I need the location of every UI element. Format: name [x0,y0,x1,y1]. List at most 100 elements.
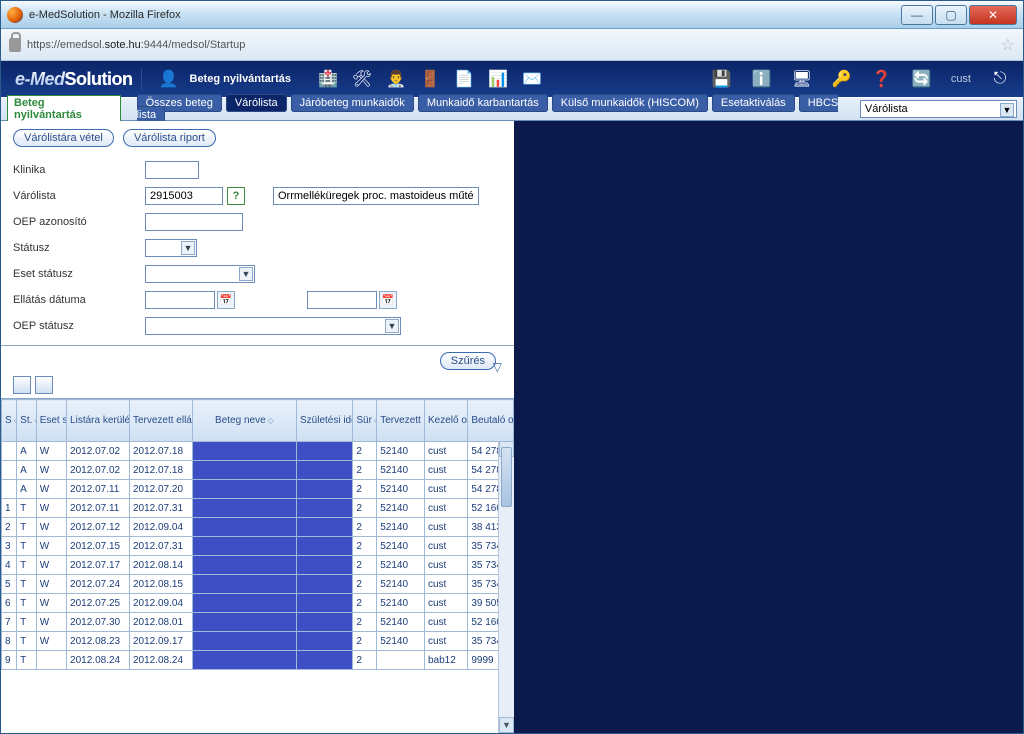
module-tab[interactable]: Járóbeteg munkaidők [291,94,414,112]
logout-icon[interactable]: ⎋ [989,68,1011,90]
table-row[interactable]: 8TW2012.08.232012.09.17252140cust35 734 [2,632,514,651]
bookmark-star-icon[interactable]: ☆ [1001,35,1015,55]
table-cell [296,594,352,613]
window-minimize-button[interactable]: — [901,5,933,25]
table-cell: W [36,499,66,518]
table-row[interactable]: 5TW2012.07.242012.08.15252140cust35 734 [2,575,514,594]
ellatas-datuma-to-input[interactable] [307,291,377,309]
table-cell: cust [424,613,467,632]
column-header[interactable]: Kezelő orvos◇ [424,400,467,442]
person-gear-icon[interactable]: 👨‍⚕️ [385,68,407,90]
refresh-icon[interactable]: 🔄 [911,68,933,90]
table-cell: 2 [353,594,377,613]
mail-icon[interactable]: ✉️ [521,68,543,90]
column-header[interactable]: Tervezett ellátási dátum◇ [129,400,192,442]
varolista-desc-input[interactable] [273,187,479,205]
column-header[interactable]: Eset st.◇ [36,400,66,442]
table-cell: 52140 [377,442,425,461]
varolista-input[interactable] [145,187,223,205]
table-row[interactable]: 1TW2012.07.112012.07.31252140cust52 160 [2,499,514,518]
building-icon[interactable]: 🏥 [317,68,339,90]
table-cell: cust [424,518,467,537]
varolista-label: Várólista [13,190,145,202]
list-view-icon[interactable] [35,376,53,394]
table-row[interactable]: 7TW2012.07.302012.08.01252140cust52 160 [2,613,514,632]
varolista-lookup-button[interactable]: ? [227,187,245,205]
table-cell: W [36,442,66,461]
module-tab[interactable]: Külső munkaidők (HISCOM) [552,94,708,112]
info-icon[interactable]: ℹ️ [751,68,773,90]
tools-icon[interactable]: 🛠 [351,68,373,90]
module-tab[interactable]: Esetaktiválás [712,94,795,112]
save-icon[interactable]: 💾 [711,68,733,90]
oep-statusz-label: OEP státusz [13,320,145,332]
table-cell: T [17,537,37,556]
table-cell [296,575,352,594]
table-cell [192,556,296,575]
table-cell: A [17,461,37,480]
column-header[interactable]: Beteg neve◇ [192,400,296,442]
waitlist-report-button[interactable]: Várólista riport [123,129,216,147]
calendar-icon[interactable]: 📅 [217,291,235,309]
table-cell: 2012.07.02 [67,461,130,480]
module-tab[interactable]: Várólista [226,94,287,112]
grid-view-icon[interactable] [13,376,31,394]
column-header[interactable]: St.◇ [17,400,37,442]
window-close-button[interactable]: ✕ [969,5,1017,25]
klinika-input[interactable] [145,161,199,179]
table-cell: 52140 [377,461,425,480]
add-to-waitlist-button[interactable]: Várólistára vétel [13,129,114,147]
table-cell: W [36,537,66,556]
table-row[interactable]: AW2012.07.112012.07.20252140cust54 278 [2,480,514,499]
scroll-down-button[interactable]: ▼ [499,717,514,733]
collapse-toggle-icon[interactable]: ▽ [493,360,514,374]
filter-button[interactable]: Szűrés [440,352,496,370]
patient-icon[interactable]: 👤 [158,68,180,90]
table-cell: 2012.07.25 [67,594,130,613]
table-cell: 2012.07.02 [67,442,130,461]
table-row[interactable]: 6TW2012.07.252012.09.04252140cust39 505 [2,594,514,613]
table-cell: 52140 [377,480,425,499]
column-header[interactable]: Beutaló orvos◇ [468,400,514,442]
table-cell: 2012.07.17 [67,556,130,575]
column-header[interactable]: Sür◇ [353,400,377,442]
column-header[interactable]: Születési idő◇ [296,400,352,442]
table-row[interactable]: 2TW2012.07.122012.09.04252140cust38 413 [2,518,514,537]
monitor-icon[interactable]: 🖥 [791,68,813,90]
eset-statusz-label: Eset státusz [13,268,145,280]
scroll-thumb[interactable] [501,447,512,507]
table-row[interactable]: AW2012.07.022012.07.18252140cust54 278 [2,461,514,480]
org-chart-icon[interactable]: 📊 [487,68,509,90]
help-icon[interactable]: ❓ [871,68,893,90]
column-header[interactable]: Listára kerülés dátuma◇ [67,400,130,442]
table-row[interactable]: 4TW2012.07.172012.08.14252140cust35 734 [2,556,514,575]
module-tab[interactable]: Munkaidő karbantartás [418,94,548,112]
table-cell [192,613,296,632]
oep-statusz-combo[interactable] [145,317,401,335]
calendar-icon[interactable]: 📅 [379,291,397,309]
column-header[interactable]: Tervezett beavatk.◇ [377,400,425,442]
table-row[interactable]: 9T2012.08.242012.08.242bab129999 [2,651,514,670]
url-bar[interactable]: https://emedsol.sote.hu:9444/medsol/Star… [1,29,1023,61]
document-pdf-icon[interactable]: 📄 [453,68,475,90]
ellatas-datuma-from-input[interactable] [145,291,215,309]
key-icon[interactable]: 🔑 [831,68,853,90]
table-cell [192,537,296,556]
door-exit-icon[interactable]: 🚪 [419,68,441,90]
column-header[interactable]: S◇ [2,400,17,442]
table-cell: 2 [353,575,377,594]
table-row[interactable]: 3TW2012.07.152012.07.31252140cust35 734 [2,537,514,556]
brand-logo: e-MedSolution [7,69,142,90]
table-cell: 2 [353,461,377,480]
table-cell: cust [424,442,467,461]
table-row[interactable]: AW2012.07.022012.07.18252140cust54 278 [2,442,514,461]
table-cell: 2012.08.15 [129,575,192,594]
oep-azonosito-input[interactable] [145,213,243,231]
table-cell: 52140 [377,537,425,556]
table-cell: 2012.09.04 [129,594,192,613]
window-maximize-button[interactable]: ▢ [935,5,967,25]
table-cell: 2012.08.23 [67,632,130,651]
table-scrollbar[interactable]: ▲ ▼ [498,441,514,733]
oep-azonosito-label: OEP azonosító [13,216,145,228]
module-selector-combo[interactable]: Várólista ▼ [860,100,1017,118]
